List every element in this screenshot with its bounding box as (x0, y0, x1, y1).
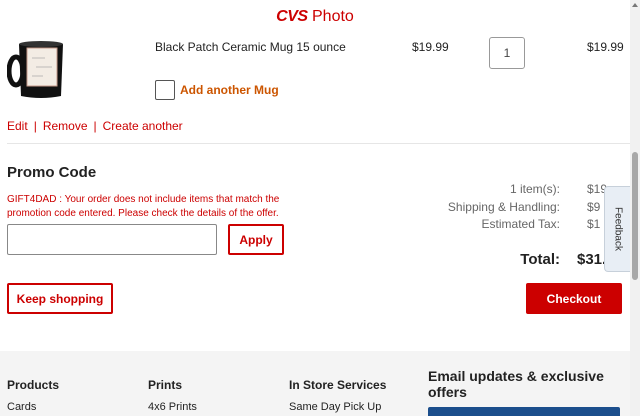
quantity-field[interactable]: 1 (489, 37, 525, 69)
line-total: $19.99 (587, 40, 624, 54)
promo-code-title: Promo Code (7, 164, 97, 181)
mug-rim (19, 41, 63, 47)
apply-button[interactable]: Apply (228, 224, 284, 255)
promo-error-message: GIFT4DAD : Your order does not include i… (7, 194, 280, 219)
promo-code-input[interactable] (7, 224, 217, 255)
unit-price: $19.99 (412, 40, 449, 54)
logo-photo-text: Photo (307, 8, 354, 25)
keep-shopping-button[interactable]: Keep shopping (7, 283, 113, 314)
shipping-value: $9 (587, 200, 601, 214)
footer-col-products: Products Cards (7, 378, 59, 413)
edit-link[interactable]: Edit (7, 119, 28, 133)
mug-thumbnail[interactable] (7, 36, 69, 102)
footer-col-in-store-services: In Store Services Same Day Pick Up (289, 378, 386, 413)
cvs-photo-logo[interactable]: CVS Photo (276, 8, 354, 25)
section-divider (7, 143, 630, 144)
footer-link-4x6-prints[interactable]: 4x6 Prints (148, 401, 197, 413)
remove-link[interactable]: Remove (43, 119, 88, 133)
items-count-label: 1 item(s): (509, 182, 560, 196)
total-value: $31. (577, 251, 607, 268)
logo-cvs-text: CVS (276, 8, 308, 25)
checkout-button[interactable]: Checkout (526, 283, 622, 314)
footer-heading-products: Products (7, 378, 60, 392)
scroll-thumb[interactable] (632, 152, 638, 280)
feedback-tab[interactable]: Feedback (604, 186, 630, 272)
link-separator: | (33, 119, 37, 133)
tax-label: Estimated Tax: (481, 217, 560, 231)
item-actions: Edit | Remove | Create another (7, 119, 183, 133)
footer-link-same-day-pick-up[interactable]: Same Day Pick Up (289, 401, 386, 413)
footer-heading-prints: Prints (148, 378, 183, 392)
footer-heading-in-store-services: In Store Services (289, 378, 387, 392)
site-header: CVS Photo (0, 8, 630, 26)
page-scrollbar[interactable] (630, 0, 640, 416)
email-signup-bar[interactable] (428, 407, 620, 416)
shipping-label: Shipping & Handling: (447, 200, 560, 214)
total-label: Total: (520, 251, 560, 268)
footer-link-cards[interactable]: Cards (7, 401, 59, 413)
footer-col-prints: Prints 4x6 Prints (148, 378, 197, 413)
scroll-up-arrow-icon[interactable] (632, 3, 638, 7)
tax-value: $1 (587, 217, 601, 231)
feedback-label: Feedback (612, 207, 623, 251)
create-another-link[interactable]: Create another (103, 119, 183, 133)
product-name: Black Patch Ceramic Mug 15 ounce (155, 40, 346, 54)
link-separator: | (93, 119, 97, 133)
site-footer: Products Cards Prints 4x6 Prints In Stor… (0, 351, 630, 416)
add-another-label[interactable]: Add another Mug (180, 83, 279, 97)
add-another-checkbox[interactable] (155, 80, 175, 100)
email-signup-heading: Email updates & exclusive offers (428, 368, 604, 400)
